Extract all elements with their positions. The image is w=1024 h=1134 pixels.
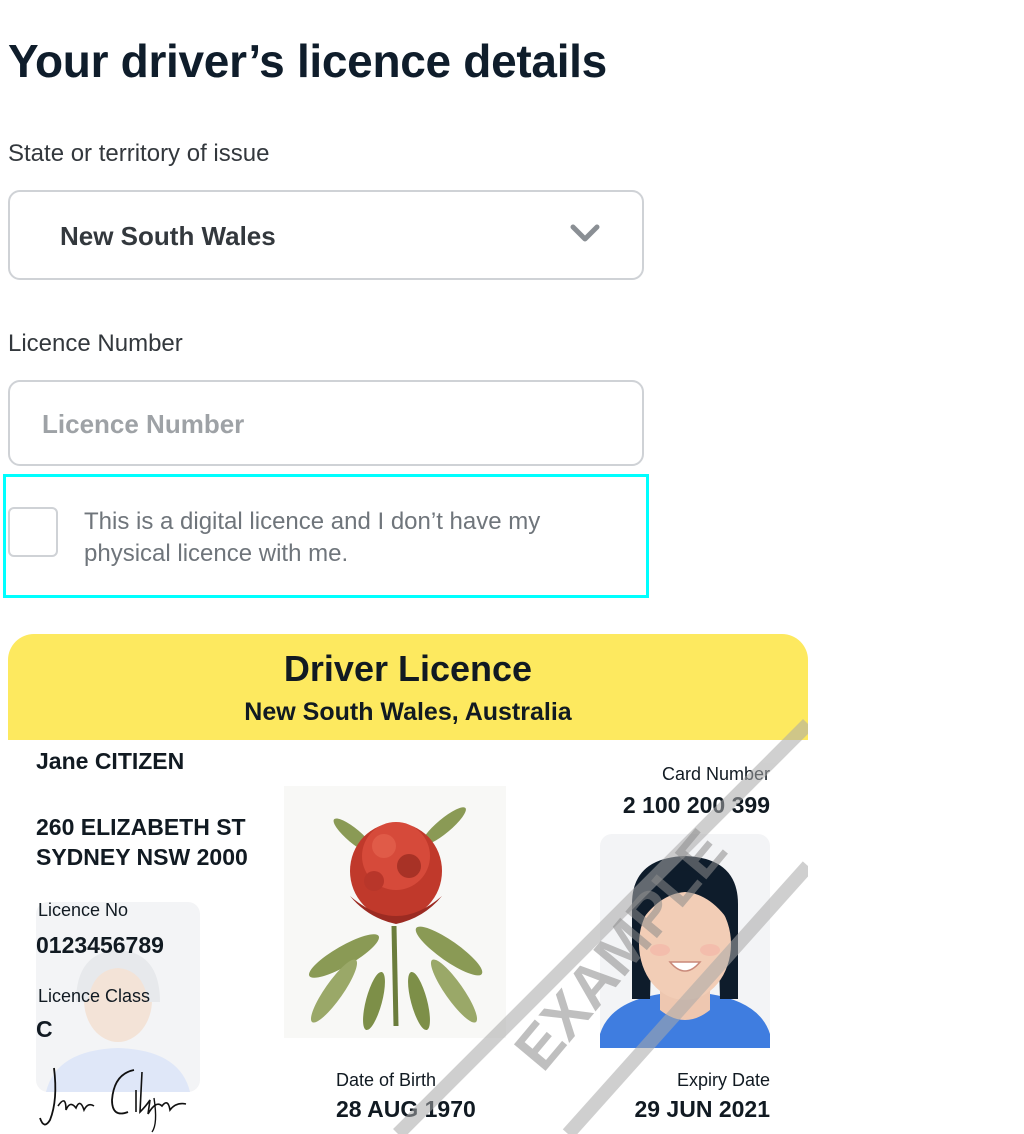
page-title: Your driver’s licence details <box>8 35 607 87</box>
example-watermark: EXAMPLE <box>393 719 808 1134</box>
licence-number-input[interactable]: Licence Number <box>8 380 644 466</box>
licence-card-example: Driver Licence New South Wales, Australi… <box>8 634 808 1134</box>
digital-licence-checkbox[interactable] <box>8 507 58 557</box>
state-field-label: State or territory of issue <box>8 140 270 167</box>
chevron-down-icon <box>570 224 600 249</box>
licence-number-placeholder: Licence Number <box>42 409 245 439</box>
state-select-value: New South Wales <box>60 221 276 251</box>
example-watermark-text: EXAMPLE <box>502 817 740 1082</box>
digital-licence-checkbox-label[interactable]: This is a digital licence and I don’t ha… <box>84 506 624 570</box>
licence-number-label: Licence Number <box>8 330 183 357</box>
state-select[interactable]: New South Wales <box>8 190 644 280</box>
